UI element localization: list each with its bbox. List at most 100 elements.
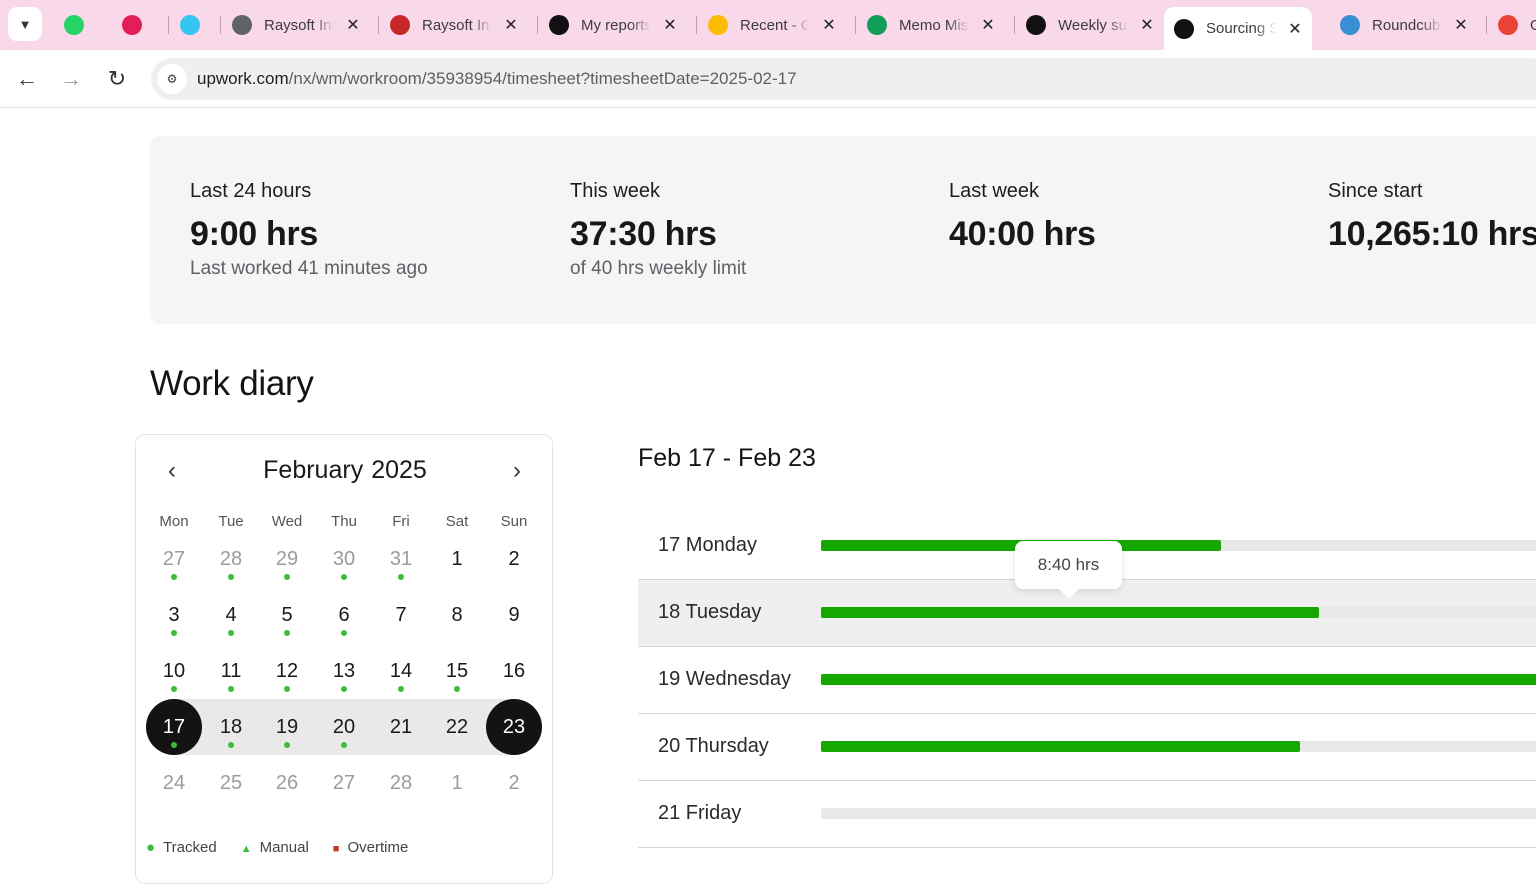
calendar-day[interactable]: 2 bbox=[486, 531, 542, 587]
day-number: 20 bbox=[332, 715, 356, 738]
tab-strip: ▼ WhatsApp✕ Slack✕ Slack✕ Raysoft Inf✕ Rayso… bbox=[0, 0, 1536, 50]
tab-8[interactable]: Weekly su ✕ bbox=[1026, 7, 1156, 43]
stat-subtext: of 40 hrs weekly limit bbox=[570, 258, 747, 279]
reload-icon: ↻ bbox=[107, 66, 127, 91]
calendar-day[interactable]: 14 bbox=[373, 643, 429, 699]
prev-month-button[interactable]: ‹ bbox=[158, 457, 186, 485]
day-number: 2 bbox=[508, 771, 520, 794]
calendar-day[interactable]: 19 bbox=[259, 699, 315, 755]
day-row[interactable]: 18 Tuesday bbox=[638, 580, 1536, 647]
calendar-day[interactable]: 15 bbox=[429, 643, 485, 699]
tab-separator bbox=[168, 16, 169, 34]
calendar-day[interactable]: 21 bbox=[373, 699, 429, 755]
tab-10[interactable]: Roundcub ✕ bbox=[1340, 7, 1470, 43]
address-bar[interactable]: ⚙ upwork.com/nx/wm/workroom/35938954/tim… bbox=[151, 58, 1536, 100]
day-number: 18 bbox=[219, 715, 243, 738]
day-number: 4 bbox=[225, 603, 237, 626]
calendar-day[interactable]: 23 bbox=[486, 699, 542, 755]
legend-tracked: ● Tracked bbox=[146, 839, 217, 856]
calendar-day[interactable]: 30 bbox=[316, 531, 372, 587]
close-icon[interactable]: ✕ bbox=[1138, 15, 1156, 35]
day-number: 30 bbox=[332, 547, 356, 570]
calendar-day[interactable]: 22 bbox=[429, 699, 485, 755]
calendar-day[interactable]: 11 bbox=[203, 643, 259, 699]
calendar-day[interactable]: 26 bbox=[259, 755, 315, 811]
calendar-day[interactable]: 28 bbox=[373, 755, 429, 811]
tab-5[interactable]: My reports ✕ bbox=[549, 7, 679, 43]
hours-bar-track bbox=[821, 540, 1536, 551]
tracked-dot-icon bbox=[171, 686, 177, 692]
tracked-dot-icon bbox=[398, 686, 404, 692]
tab-11[interactable]: Gmail✕ bbox=[1498, 7, 1536, 43]
calendar-day[interactable]: 20 bbox=[316, 699, 372, 755]
back-button[interactable]: ← bbox=[10, 62, 44, 96]
tab-0[interactable]: WhatsApp✕ bbox=[64, 7, 84, 43]
tab-separator bbox=[1486, 16, 1487, 34]
calendar-day[interactable]: 24 bbox=[146, 755, 202, 811]
calendar-day[interactable]: 27 bbox=[146, 531, 202, 587]
work-diary-heading: Work diary bbox=[150, 364, 314, 403]
hours-bar-track bbox=[821, 674, 1536, 685]
day-label: 20 Thursday bbox=[658, 735, 769, 757]
tab-search-button[interactable]: ▼ bbox=[8, 7, 42, 41]
reload-button[interactable]: ↻ bbox=[100, 62, 134, 96]
calendar-day[interactable]: 10 bbox=[146, 643, 202, 699]
close-icon[interactable]: ✕ bbox=[1452, 15, 1470, 35]
tab-3[interactable]: Raysoft Inf ✕ bbox=[232, 7, 362, 43]
calendar-day[interactable]: 13 bbox=[316, 643, 372, 699]
tracked-dot-icon bbox=[398, 574, 404, 580]
day-row[interactable]: 21 Friday bbox=[638, 781, 1536, 848]
roundcube-icon bbox=[1340, 15, 1360, 35]
hours-bar-fill bbox=[821, 607, 1319, 618]
site-info-icon[interactable]: ⚙ bbox=[157, 64, 187, 94]
calendar-day[interactable]: 31 bbox=[373, 531, 429, 587]
tab-4[interactable]: Raysoft Inf ✕ bbox=[390, 7, 520, 43]
tab-1[interactable]: Slack✕ bbox=[122, 7, 142, 43]
stat-value: 9:00 hrs bbox=[190, 215, 319, 253]
calendar-day[interactable]: 17 bbox=[146, 699, 202, 755]
close-icon[interactable]: ✕ bbox=[661, 15, 679, 35]
close-icon[interactable]: ✕ bbox=[820, 15, 838, 35]
forward-button[interactable]: → bbox=[54, 62, 88, 96]
day-number: 28 bbox=[219, 547, 243, 570]
calendar-day[interactable]: 12 bbox=[259, 643, 315, 699]
tab-2[interactable]: Slack✕ bbox=[180, 7, 200, 43]
close-icon[interactable]: ✕ bbox=[1286, 19, 1304, 39]
next-month-button[interactable]: › bbox=[503, 457, 531, 485]
calendar-day[interactable]: 8 bbox=[429, 587, 485, 643]
calendar-day[interactable]: 1 bbox=[429, 755, 485, 811]
close-icon[interactable]: ✕ bbox=[344, 15, 362, 35]
day-number: 21 bbox=[389, 715, 413, 738]
tab-6[interactable]: Recent - G ✕ bbox=[708, 7, 838, 43]
calendar-day[interactable]: 25 bbox=[203, 755, 259, 811]
calendar-day[interactable]: 3 bbox=[146, 587, 202, 643]
tracked-dot-icon bbox=[228, 742, 234, 748]
calendar-day[interactable]: 27 bbox=[316, 755, 372, 811]
tab-9[interactable]: Sourcing S ✕ bbox=[1164, 7, 1312, 50]
tab-7[interactable]: Memo Mis ✕ bbox=[867, 7, 997, 43]
calendar-day[interactable]: 9 bbox=[486, 587, 542, 643]
tab-title: My reports bbox=[581, 16, 651, 34]
calendar-day[interactable]: 18 bbox=[203, 699, 259, 755]
calendar-day[interactable]: 2 bbox=[486, 755, 542, 811]
calendar-day[interactable]: 16 bbox=[486, 643, 542, 699]
hours-summary-panel: Last 24 hours 9:00 hrs Last worked 41 mi… bbox=[150, 136, 1536, 324]
day-number: 27 bbox=[332, 771, 356, 794]
day-number: 22 bbox=[445, 715, 469, 738]
day-number: 6 bbox=[338, 603, 350, 626]
day-label: 19 Wednesday bbox=[658, 668, 792, 690]
calendar-day[interactable]: 29 bbox=[259, 531, 315, 587]
close-icon[interactable]: ✕ bbox=[502, 15, 520, 35]
calendar: February 2025 ‹ › ● Tracked ▲ Manual ■ Overt… bbox=[135, 434, 553, 884]
tab-title: Recent - G bbox=[740, 16, 810, 34]
calendar-day[interactable]: 28 bbox=[203, 531, 259, 587]
calendar-day[interactable]: 6 bbox=[316, 587, 372, 643]
day-row[interactable]: 20 Thursday bbox=[638, 714, 1536, 781]
day-row[interactable]: 19 Wednesday bbox=[638, 647, 1536, 714]
calendar-day[interactable]: 4 bbox=[203, 587, 259, 643]
calendar-day[interactable]: 1 bbox=[429, 531, 485, 587]
url-text[interactable]: upwork.com/nx/wm/workroom/35938954/times… bbox=[197, 69, 797, 89]
calendar-day[interactable]: 5 bbox=[259, 587, 315, 643]
calendar-day[interactable]: 7 bbox=[373, 587, 429, 643]
close-icon[interactable]: ✕ bbox=[979, 15, 997, 35]
